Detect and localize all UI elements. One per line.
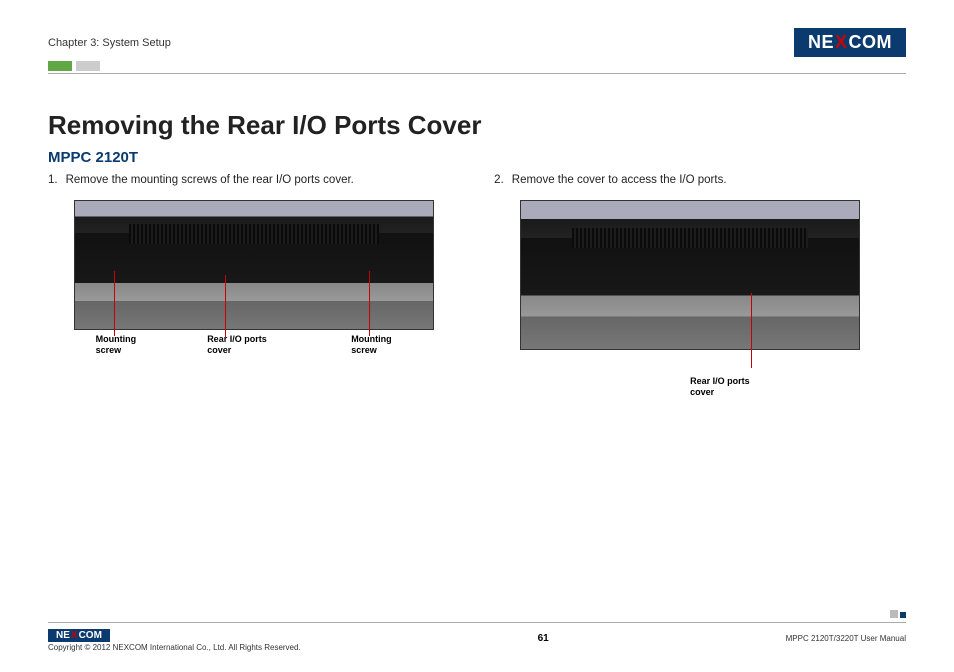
footer-logo-pre: NE: [56, 630, 70, 641]
section-subtitle: MPPC 2120T: [48, 149, 906, 166]
chapter-title: Chapter 3: System Setup: [48, 37, 171, 49]
footer-logo-post: COM: [79, 630, 102, 641]
step-1-image: [74, 200, 434, 330]
step-2-number: 2.: [494, 174, 504, 186]
pointer-line-icon: [369, 271, 370, 336]
footer-left: NEXCOM Copyright © 2012 NEXCOM Internati…: [48, 625, 301, 652]
footer-rule: [48, 622, 906, 623]
footer-accent-marks: [888, 610, 906, 618]
page-footer: NEXCOM Copyright © 2012 NEXCOM Internati…: [48, 622, 906, 652]
footer-logo-x-icon: X: [71, 630, 78, 641]
step-1-label-right: Mounting screw: [351, 334, 391, 356]
gray-block-icon: [76, 61, 100, 71]
footer-brand-logo: NEXCOM: [48, 629, 110, 642]
step-1-number: 1.: [48, 174, 58, 186]
logo-post: COM: [849, 32, 893, 53]
page-header: Chapter 3: System Setup NEXCOM: [48, 28, 906, 57]
green-block-icon: [48, 61, 72, 71]
step-1-figure: Mounting screw Rear I/O ports cover Moun…: [74, 200, 434, 364]
step-2-figure: Rear I/O ports cover: [520, 200, 860, 384]
logo-box: NEXCOM: [794, 28, 906, 57]
step-1-column: 1. Remove the mounting screws of the rea…: [48, 174, 460, 384]
header-rule: [48, 73, 906, 74]
footer-row: NEXCOM Copyright © 2012 NEXCOM Internati…: [48, 625, 906, 652]
step-2-column: 2. Remove the cover to access the I/O po…: [494, 174, 906, 384]
header-accent-marks: [48, 61, 906, 71]
step-2-labels: Rear I/O ports cover: [520, 354, 860, 384]
manual-name: MPPC 2120T/3220T User Manual: [786, 634, 906, 643]
step-1-label-left: Mounting screw: [96, 334, 136, 356]
step-1-label-center: Rear I/O ports cover: [207, 334, 267, 356]
page-title: Removing the Rear I/O Ports Cover: [48, 110, 906, 141]
gray-square-icon: [890, 610, 898, 618]
blue-square-icon: [900, 612, 906, 618]
brand-logo: NEXCOM: [794, 28, 906, 57]
content-area: Removing the Rear I/O Ports Cover MPPC 2…: [48, 110, 906, 384]
logo-pre: NE: [808, 32, 834, 53]
step-2-text: 2. Remove the cover to access the I/O po…: [494, 174, 906, 186]
step-2-label-center: Rear I/O ports cover: [690, 376, 750, 398]
step-2-body: Remove the cover to access the I/O ports…: [512, 174, 727, 186]
step-1-labels: Mounting screw Rear I/O ports cover Moun…: [74, 334, 434, 364]
pointer-line-icon: [225, 275, 226, 337]
pointer-line-icon: [114, 271, 115, 336]
step-1-text: 1. Remove the mounting screws of the rea…: [48, 174, 460, 186]
steps-row: 1. Remove the mounting screws of the rea…: [48, 174, 906, 384]
page-number: 61: [538, 633, 549, 644]
step-2-image: [520, 200, 860, 350]
step-1-body: Remove the mounting screws of the rear I…: [66, 174, 354, 186]
copyright-text: Copyright © 2012 NEXCOM International Co…: [48, 643, 301, 652]
logo-x-icon: X: [835, 32, 848, 53]
